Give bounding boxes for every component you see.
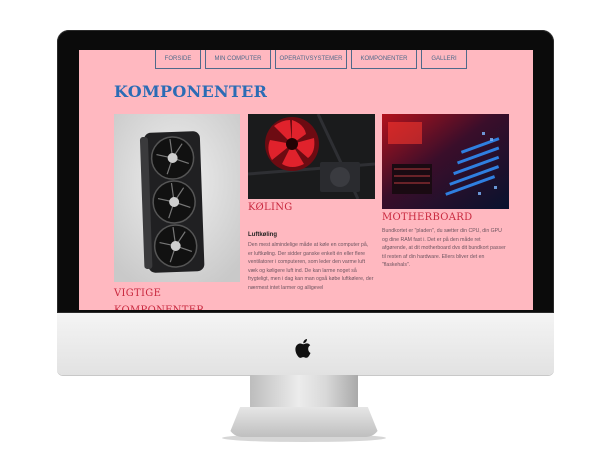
section-title-koling: KØLING <box>248 202 293 213</box>
nav-item-komponenter[interactable]: KOMPONENTER <box>351 50 417 69</box>
cpu-cooler-image <box>248 114 375 199</box>
nav-item-min-computer[interactable]: MIN COMPUTER <box>205 50 271 69</box>
apple-logo-icon <box>295 339 311 358</box>
subheading-luftkoling: Luftkøling <box>248 232 277 238</box>
motherboard-paragraph: Bundkortet er "pladen", du sætter din CP… <box>382 228 506 269</box>
nav-item-galleri[interactable]: GALLERI <box>421 50 467 69</box>
monitor-stand-foot <box>228 407 380 437</box>
page-title: KOMPONENTER <box>114 82 268 101</box>
monitor-stand-neck <box>250 375 358 410</box>
section-title-motherboard: MOTHERBOARD <box>382 212 473 223</box>
nav-item-operativsystemer[interactable]: OPERATIVSYSTEMER <box>275 50 347 69</box>
cooling-paragraph: Den mest almindelige måde at køle en com… <box>248 242 374 291</box>
nav-item-forside[interactable]: FORSIDE <box>155 50 201 69</box>
website-screen: FORSIDE MIN COMPUTER OPERATIVSYSTEMER KO… <box>79 50 533 310</box>
section-title-vigtige-komponenter: VIGTIGE KOMPONENTER <box>114 288 204 310</box>
motherboard-image <box>382 114 509 209</box>
top-navigation: FORSIDE MIN COMPUTER OPERATIVSYSTEMER KO… <box>155 50 467 70</box>
graphics-card-image <box>114 114 240 282</box>
